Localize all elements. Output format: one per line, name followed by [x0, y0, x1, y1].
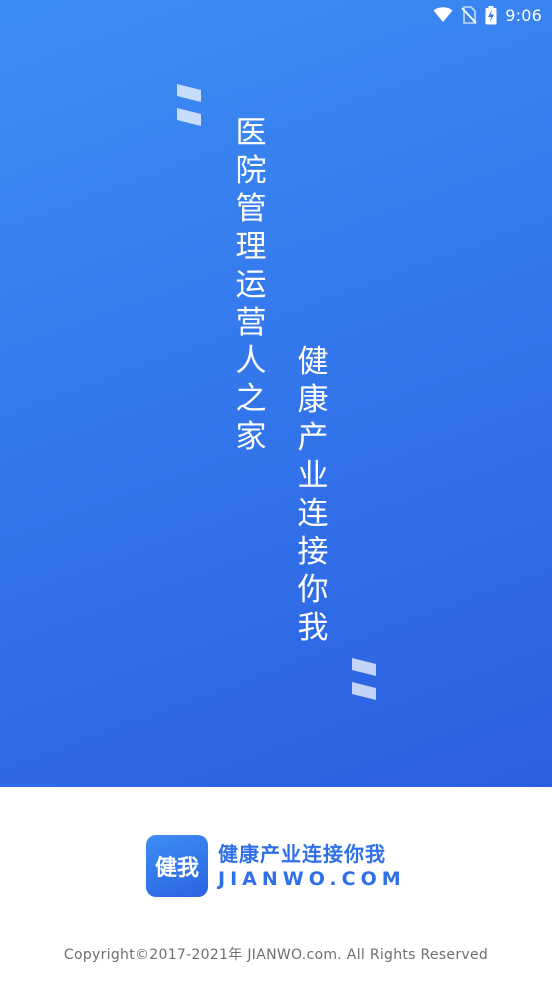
wifi-icon: [433, 7, 453, 23]
status-icons: 9:06: [433, 4, 542, 26]
app-logo: 健我: [146, 835, 208, 897]
slogan-secondary: 健康产业连接你我: [297, 344, 329, 646]
battery-charging-icon: [485, 5, 497, 25]
brand-text: 健康产业连接你我 JIANWO.COM: [218, 841, 406, 891]
brand-block: 健我 健康产业连接你我 JIANWO.COM: [146, 834, 406, 898]
splash-screen: 9:06 医院管理运营人之家 健康产业连接你我: [0, 0, 552, 787]
footer: 健我 健康产业连接你我 JIANWO.COM Copyright©2017-20…: [0, 787, 552, 983]
copyright-text: Copyright©2017-2021年 JIANWO.com. All Rig…: [63, 947, 489, 963]
status-time: 9:06: [505, 5, 542, 25]
decorative-stripes-icon: [175, 84, 203, 132]
brand-slogan: 健康产业连接你我: [218, 842, 386, 866]
decorative-stripes-icon: [350, 658, 378, 706]
status-bar: 9:06: [0, 0, 552, 30]
slogan-primary: 医院管理运营人之家: [235, 115, 267, 455]
no-sim-icon: [461, 6, 477, 24]
brand-domain: JIANWO.COM: [218, 868, 406, 890]
